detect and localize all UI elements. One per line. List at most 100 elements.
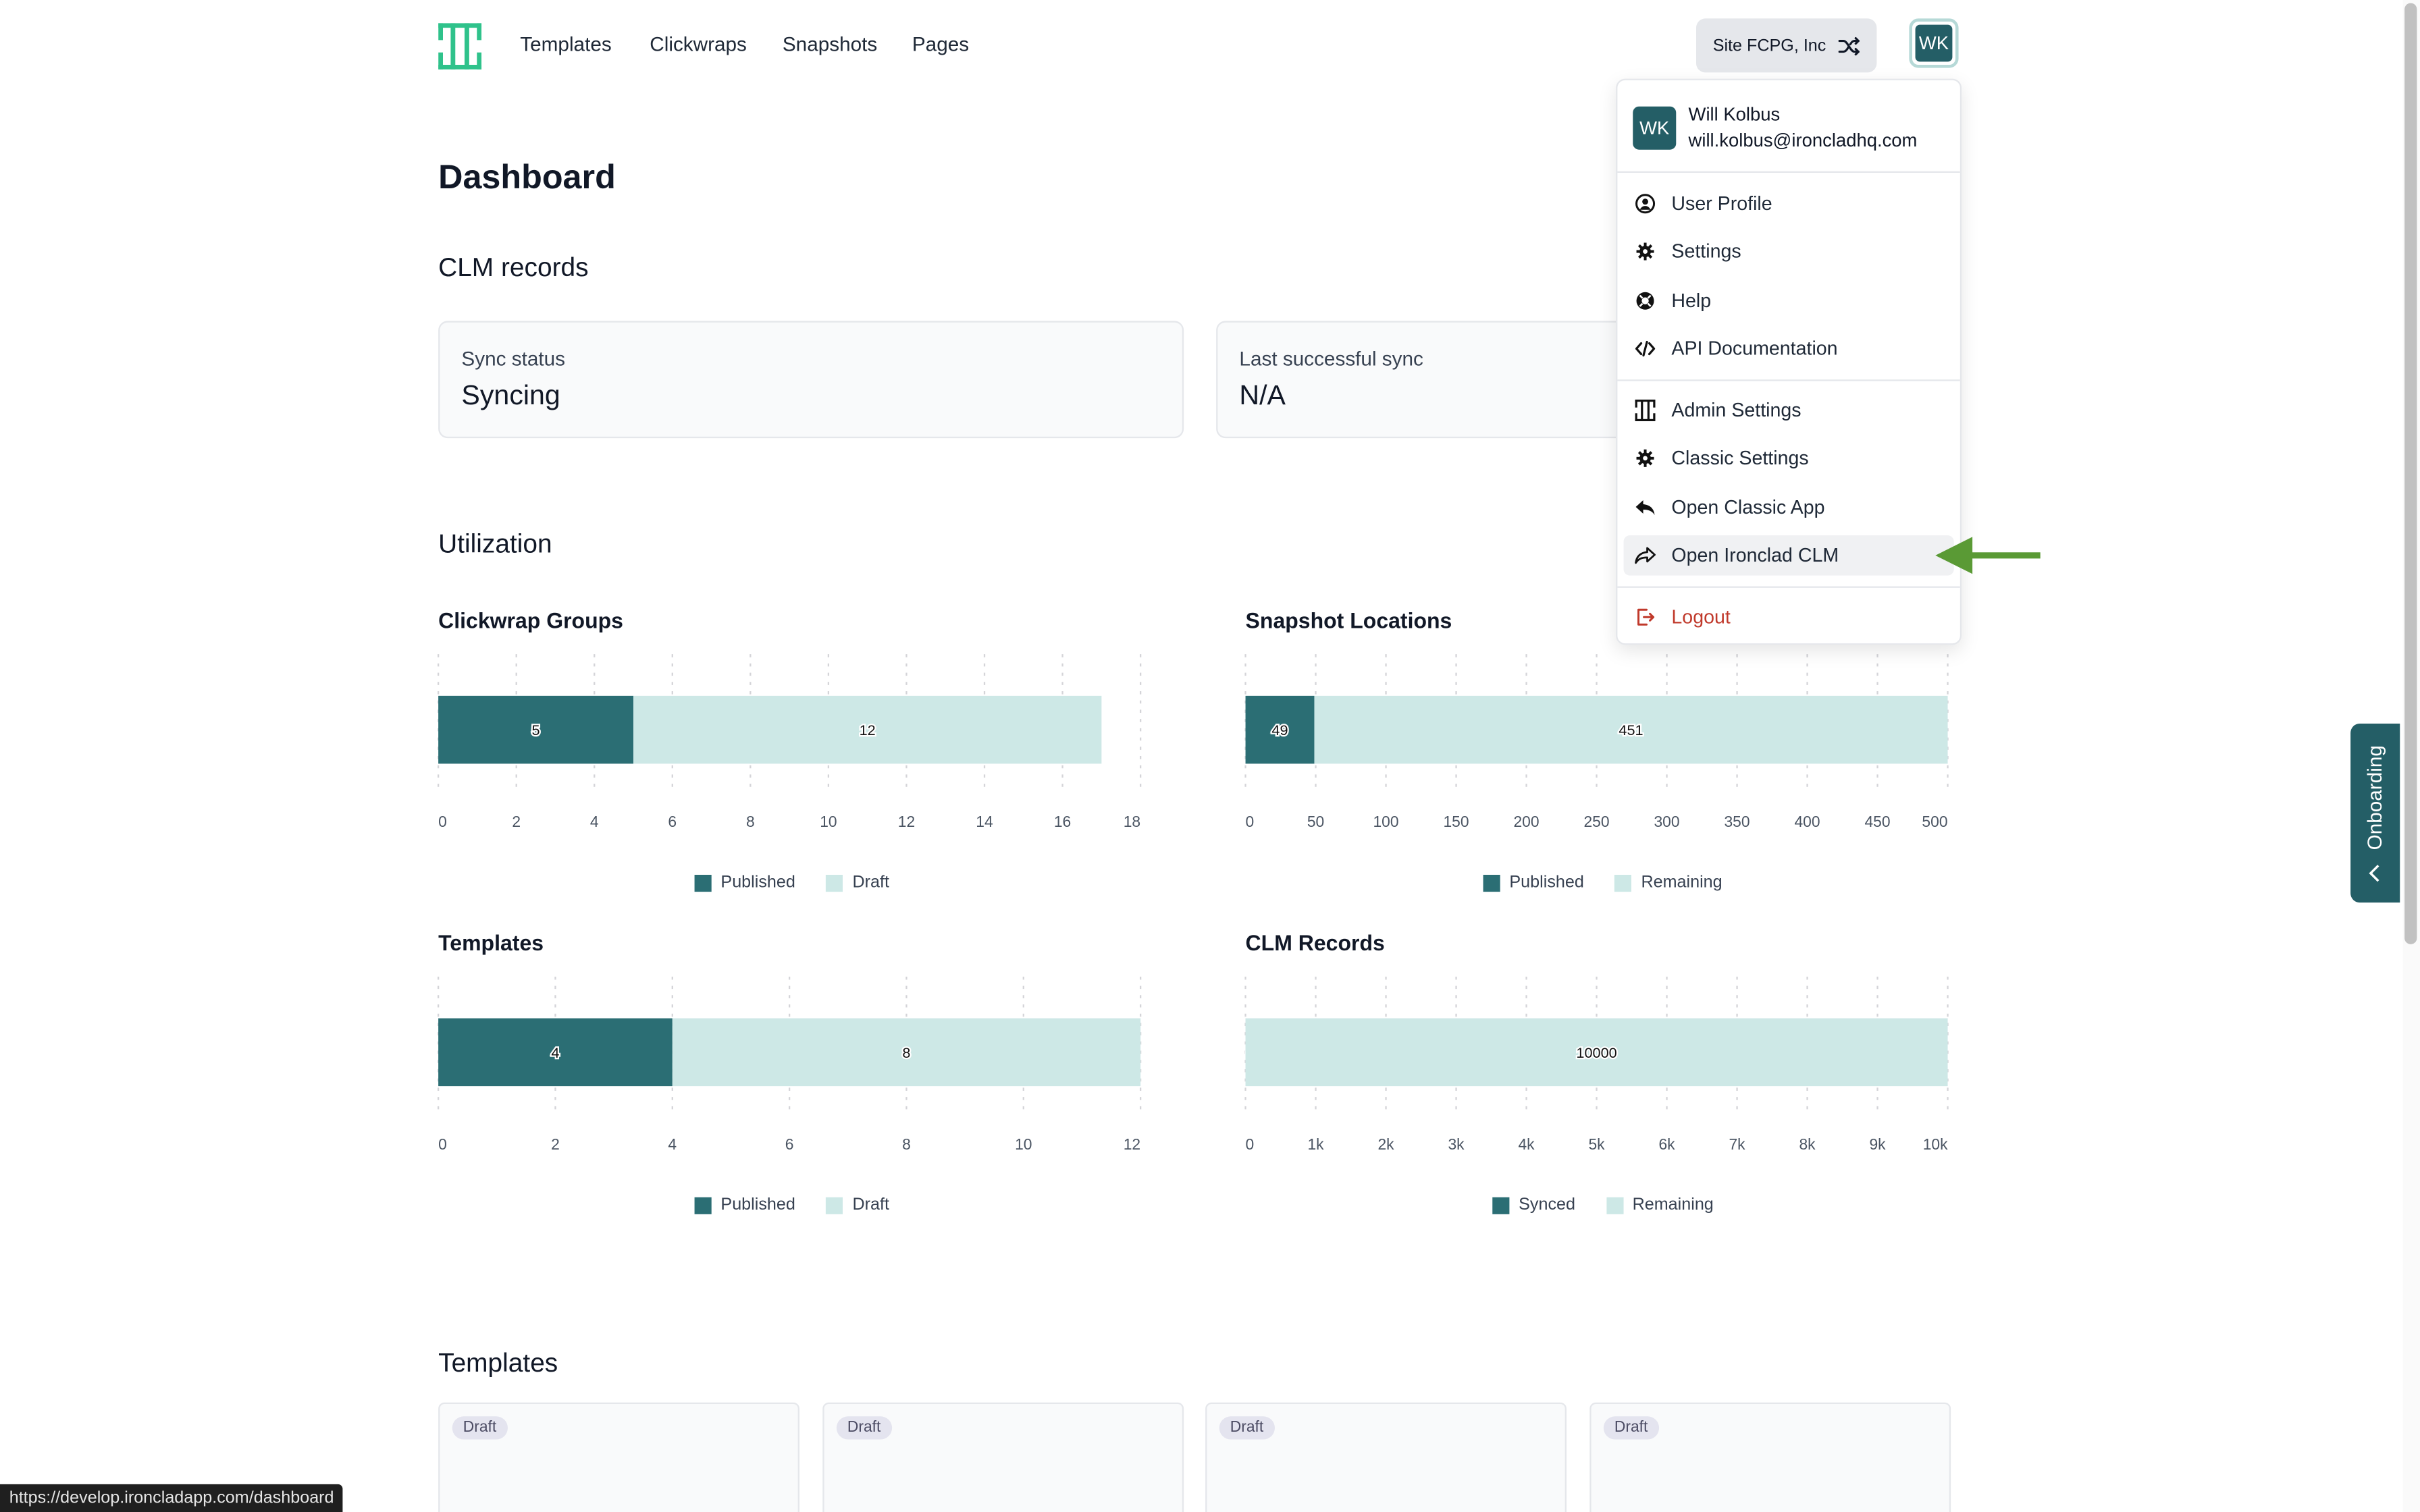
legend-item[interactable]: Published	[694, 1195, 795, 1214]
legend-item[interactable]: Published	[1483, 873, 1584, 892]
bar-data-label: 10000	[1576, 1044, 1616, 1061]
menu-item-admin-settings[interactable]: Admin Settings	[1624, 390, 1954, 430]
legend-swatch	[1492, 1196, 1510, 1214]
templates-heading: Templates	[438, 1348, 558, 1378]
menu-item-api-documentation[interactable]: API Documentation	[1624, 329, 1954, 369]
chart-templates: 0 2 4 6 8 10 12 4 8	[437, 971, 1148, 1264]
ironclad-logo[interactable]	[438, 23, 482, 70]
template-card[interactable]: Draft	[1205, 1402, 1567, 1512]
x-tick-label: 8	[902, 1135, 911, 1153]
template-card[interactable]: Draft	[438, 1402, 799, 1512]
legend-item[interactable]: Published	[694, 873, 795, 892]
chart-title-snapshot-locations: Snapshot Locations	[1245, 608, 1452, 633]
x-tick-label: 6	[785, 1135, 794, 1153]
menu-item-label: Open Ironclad CLM	[1671, 544, 1839, 566]
x-tick-label: 5k	[1588, 1135, 1605, 1153]
x-tick-label: 0	[1246, 813, 1255, 830]
x-tick-label: 3k	[1448, 1135, 1465, 1153]
x-tick-label: 4k	[1518, 1135, 1535, 1153]
template-card[interactable]: Draft	[822, 1402, 1184, 1512]
x-tick-label: 7k	[1729, 1135, 1745, 1153]
x-tick-label: 150	[1443, 813, 1469, 830]
onboarding-tab[interactable]: Onboarding	[2350, 723, 2400, 903]
x-tick-label: 500	[1922, 813, 1947, 830]
legend-item[interactable]: Synced	[1492, 1195, 1575, 1214]
user-info: WK Will Kolbus will.kolbus@ironcladhq.co…	[1633, 102, 1917, 155]
menu-item-user-profile[interactable]: User Profile	[1624, 184, 1954, 223]
x-tick-label: 9k	[1869, 1135, 1886, 1153]
legend-label: Published	[720, 1195, 795, 1214]
chart-title-clickwrap-groups: Clickwrap Groups	[438, 608, 623, 633]
clm-records-heading: CLM records	[438, 252, 589, 283]
menu-item-label: Logout	[1671, 606, 1731, 628]
legend-item[interactable]: Remaining	[1614, 873, 1722, 892]
x-tick-label: 12	[898, 813, 915, 830]
menu-item-label: API Documentation	[1671, 338, 1838, 360]
x-tick-label: 300	[1654, 813, 1679, 830]
nav-templates[interactable]: Templates	[520, 32, 611, 55]
last-sync-value: N/A	[1239, 379, 1286, 410]
x-tick-label: 8	[746, 813, 755, 830]
chart-title-templates: Templates	[438, 930, 544, 955]
logout-icon	[1637, 608, 1655, 626]
legend-label: Synced	[1519, 1195, 1576, 1214]
x-tick-label: 10	[1015, 1135, 1032, 1153]
template-card[interactable]: Draft	[1589, 1402, 1951, 1512]
menu-item-open-ironclad-clm[interactable]: Open Ironclad CLM	[1623, 535, 1954, 576]
chart-clickwrap-groups: 0 2 4 6 8 10 12 14 16 18 5 12	[437, 648, 1148, 941]
x-tick-label: 0	[1246, 1135, 1255, 1153]
menu-item-settings[interactable]: Settings	[1624, 232, 1954, 271]
legend-label: Published	[1509, 873, 1584, 892]
status-badge: Draft	[452, 1416, 508, 1440]
x-tick-label: 2	[551, 1135, 560, 1153]
x-tick-label: 350	[1724, 813, 1750, 830]
legend-swatch	[1614, 873, 1632, 891]
reply-icon	[1635, 500, 1655, 515]
legend-swatch	[826, 1196, 843, 1214]
onboarding-label: Onboarding	[2363, 745, 2386, 850]
menu-item-classic-settings[interactable]: Classic Settings	[1624, 438, 1954, 478]
site-switcher-button[interactable]: Site FCPG, Inc	[1695, 18, 1877, 73]
legend-swatch	[1483, 873, 1500, 891]
legend-item[interactable]: Remaining	[1606, 1195, 1714, 1214]
nav-snapshots[interactable]: Snapshots	[783, 32, 877, 55]
x-tick-label: 6k	[1658, 1135, 1675, 1153]
user-avatar-button[interactable]: WK	[1909, 18, 1959, 68]
chart-clm-records: 01k2k3k4k5k6k7k8k9k10k010000	[1244, 971, 1955, 1264]
gear-icon	[1636, 242, 1654, 261]
bar-chart-svg: 01k2k3k4k5k6k7k8k9k10k010000	[1244, 976, 1949, 1153]
legend-swatch	[694, 873, 712, 891]
menu-item-help[interactable]: Help	[1624, 281, 1954, 321]
gear-icon	[1636, 449, 1654, 467]
scrollbar-thumb[interactable]	[2404, 3, 2417, 944]
code-icon	[1635, 340, 1656, 357]
menu-divider	[1617, 586, 1960, 588]
sync-status-label: Sync status	[461, 347, 566, 371]
legend-item[interactable]: Draft	[826, 873, 889, 892]
user-circle-icon	[1635, 194, 1656, 214]
user-email: will.kolbus@ironcladhq.com	[1688, 129, 1918, 151]
x-tick-label: 2k	[1377, 1135, 1394, 1153]
bar-data-label: 451	[1619, 722, 1643, 738]
x-tick-label: 250	[1583, 813, 1609, 830]
nav-pages[interactable]: Pages	[912, 32, 969, 55]
sync-status-card: Sync status Syncing	[438, 321, 1184, 439]
lifebuoy-icon	[1636, 292, 1654, 310]
ironclad-logo-icon	[1635, 399, 1656, 421]
bar-data-label: 49	[1271, 722, 1288, 738]
chart-title-clm-records: CLM Records	[1245, 930, 1385, 955]
utilization-heading: Utilization	[438, 529, 552, 559]
legend-item[interactable]: Draft	[826, 1195, 889, 1214]
legend-snapshot-locations: Published Remaining	[1483, 873, 1722, 892]
status-badge: Draft	[836, 1416, 892, 1440]
menu-item-label: Help	[1671, 290, 1712, 312]
x-tick-label: 16	[1054, 813, 1071, 830]
menu-item-logout[interactable]: Logout	[1624, 597, 1954, 637]
nav-clickwraps[interactable]: Clickwraps	[650, 32, 747, 55]
x-tick-label: 200	[1513, 813, 1539, 830]
menu-item-open-classic-app[interactable]: Open Classic App	[1624, 487, 1954, 527]
sync-status-value: Syncing	[461, 379, 560, 410]
page-title: Dashboard	[438, 157, 616, 196]
user-menu-dropdown: WK Will Kolbus will.kolbus@ironcladhq.co…	[1616, 78, 1962, 645]
bar-chart-svg: 0 2 4 6 8 10 12 4 8	[437, 976, 1142, 1153]
